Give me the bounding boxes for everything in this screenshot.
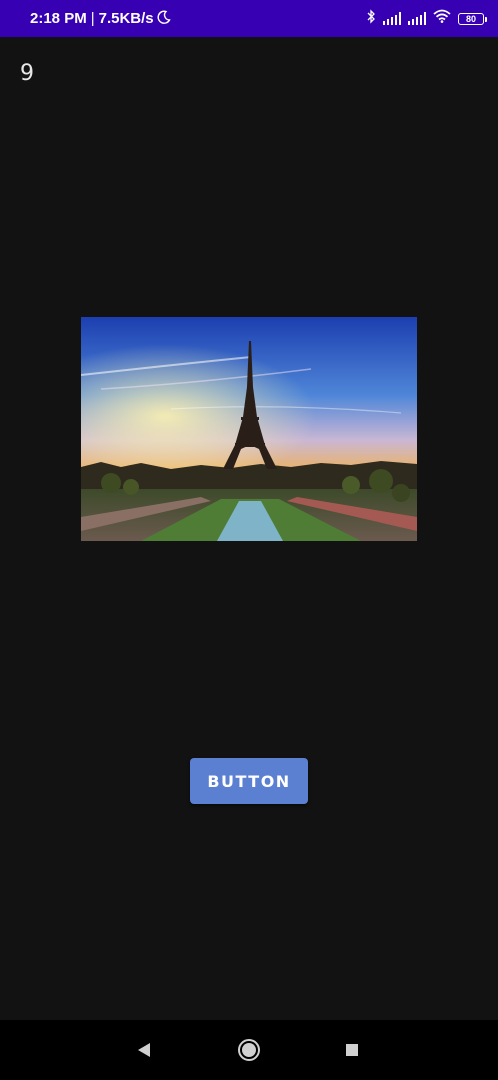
status-left: 2:18 PM | 7.5KB/s xyxy=(30,10,171,28)
back-icon[interactable] xyxy=(132,1038,156,1062)
status-bar: 2:18 PM | 7.5KB/s 80 xyxy=(0,0,498,37)
recents-icon[interactable] xyxy=(340,1038,364,1062)
network-speed: 7.5KB/s xyxy=(98,10,154,27)
main-content: 9 BUTTON xyxy=(0,37,498,1020)
moon-icon xyxy=(157,10,171,28)
battery-level: 80 xyxy=(465,13,476,24)
counter-text: 9 xyxy=(20,61,34,86)
battery-icon: 80 xyxy=(458,12,487,25)
bluetooth-icon xyxy=(366,8,376,29)
eiffel-tower-photo xyxy=(81,317,417,541)
signal-icon xyxy=(383,12,401,25)
wifi-icon xyxy=(433,9,451,28)
home-icon[interactable] xyxy=(237,1038,261,1062)
status-time: 2:18 PM xyxy=(30,10,87,27)
status-separator: | xyxy=(90,10,95,27)
status-right: 80 xyxy=(366,8,487,29)
main-button[interactable]: BUTTON xyxy=(190,758,308,804)
navigation-bar xyxy=(0,1020,498,1080)
signal-icon xyxy=(408,12,426,25)
